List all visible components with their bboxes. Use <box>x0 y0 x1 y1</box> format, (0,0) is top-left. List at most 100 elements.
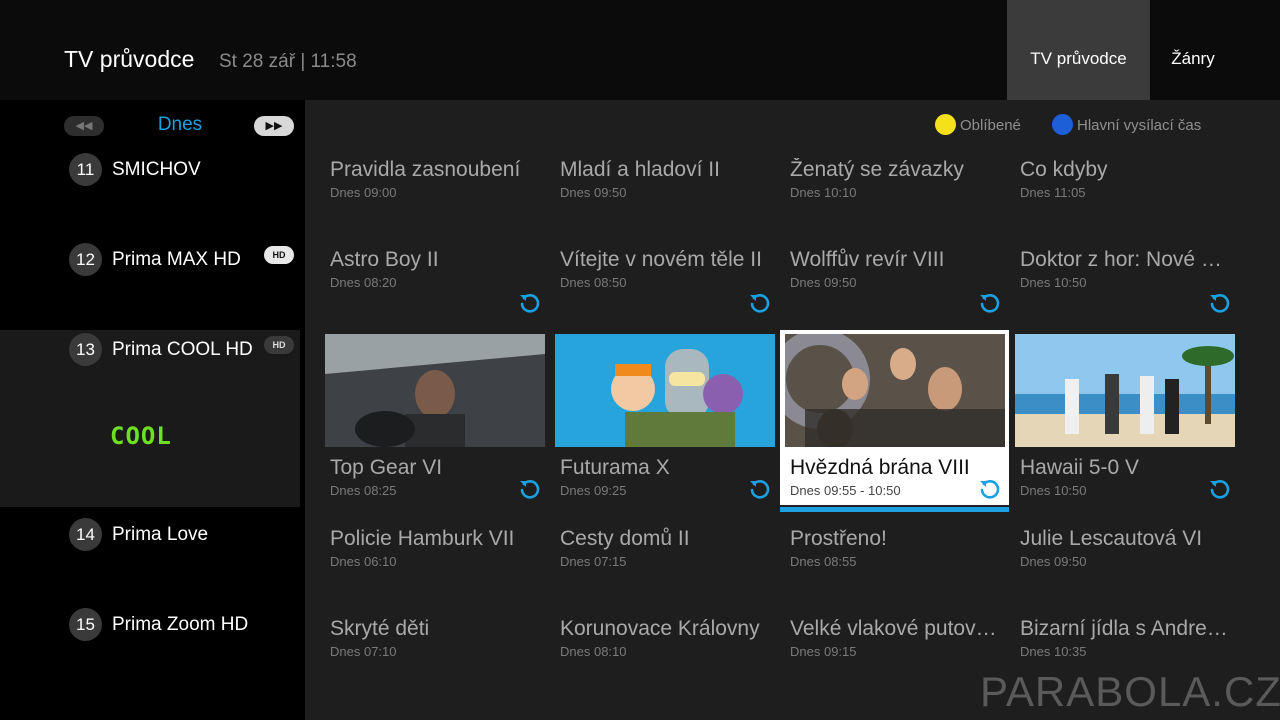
program-time: Dnes 09:15 <box>790 644 857 659</box>
legend-favorites: Oblíbené <box>935 114 1021 135</box>
replay-icon <box>1210 480 1230 499</box>
program-title: Futurama X <box>560 456 670 479</box>
program-cell[interactable]: Top Gear VI Dnes 08:25 <box>325 456 545 506</box>
replay-icon <box>1210 294 1230 313</box>
date-time: St 28 zář | 11:58 <box>219 51 357 72</box>
program-time: Dnes 09:50 <box>790 275 857 290</box>
program-cell[interactable]: Skryté děti Dnes 07:10 <box>325 617 545 677</box>
replay-icon <box>520 294 540 313</box>
program-cell[interactable]: Doktor z hor: Nové příběhy Dnes 10:50 <box>1015 248 1235 318</box>
program-cell[interactable]: Vítejte v novém těle II Dnes 08:50 <box>555 248 775 318</box>
yellow-button-icon <box>935 114 956 135</box>
program-cell-focused[interactable]: Hvězdná brána VIII Dnes 09:55 - 10:50 <box>785 456 1005 506</box>
channel-row-prima-love[interactable]: 14 Prima Love <box>0 515 300 595</box>
channel-row-smichov[interactable]: 11 SMICHOV <box>0 150 300 230</box>
program-title: Velké vlakové putování <box>790 617 1002 640</box>
program-time: Dnes 08:25 <box>330 483 397 498</box>
program-cell[interactable]: Mladí a hladoví II Dnes 09:50 <box>555 158 775 228</box>
channel-name: SMICHOV <box>112 159 201 180</box>
program-cell[interactable]: Pravidla zasnoubení Dnes 09:00 <box>325 158 545 228</box>
channel-name: Prima Zoom HD <box>112 614 249 635</box>
replay-icon <box>980 294 1000 313</box>
channel-row-prima-zoom[interactable]: 15 Prima Zoom HD <box>0 605 300 695</box>
program-cell[interactable]: Korunovace Královny Dnes 08:10 <box>555 617 775 677</box>
thumbnail-cartoon-characters[interactable] <box>555 334 775 447</box>
program-title: Ženatý se závazky <box>790 158 964 181</box>
program-cell[interactable]: Co kdyby Dnes 11:05 <box>1015 158 1235 228</box>
program-time: Dnes 07:10 <box>330 644 397 659</box>
replay-icon <box>980 480 1000 499</box>
day-navigator: ◀◀ Dnes ▶▶ <box>0 100 305 150</box>
program-title: Doktor z hor: Nové příběhy <box>1020 248 1232 271</box>
program-cell[interactable]: Velké vlakové putování Dnes 09:15 <box>785 617 1005 677</box>
thumbnail-stargate-cast[interactable] <box>785 334 1005 447</box>
program-cell[interactable]: Cesty domů II Dnes 07:15 <box>555 527 775 587</box>
tab-genres[interactable]: Žánry <box>1150 0 1236 100</box>
channel-name: Prima MAX HD <box>112 249 241 270</box>
blue-button-icon <box>1052 114 1073 135</box>
channel-number: 12 <box>69 243 102 276</box>
program-title: Vítejte v novém těle II <box>560 248 762 271</box>
legend-prime-time: Hlavní vysílací čas <box>1052 114 1201 135</box>
channel-number: 13 <box>69 333 102 366</box>
program-time: Dnes 10:50 <box>1020 483 1087 498</box>
channel-logo: COOL <box>110 422 172 450</box>
replay-icon <box>520 480 540 499</box>
program-title: Astro Boy II <box>330 248 439 271</box>
program-time: Dnes 09:50 <box>1020 554 1087 569</box>
watermark: PARABOLA.CZ <box>980 668 1280 715</box>
program-title: Korunovace Královny <box>560 617 760 640</box>
program-cell[interactable]: Astro Boy II Dnes 08:20 <box>325 248 545 318</box>
hd-badge: HD <box>264 246 294 264</box>
channel-row-prima-cool[interactable]: 13 Prima COOL HD HD COOL <box>0 330 300 507</box>
program-time: Dnes 06:10 <box>330 554 397 569</box>
program-cell[interactable]: Julie Lescautová VI Dnes 09:50 <box>1015 527 1235 587</box>
channel-name: Prima Love <box>112 524 209 545</box>
current-day-label: Dnes <box>157 114 203 135</box>
thumbnail-car-driver[interactable] <box>325 334 545 447</box>
channel-name: Prima COOL HD <box>112 339 253 360</box>
program-title: Pravidla zasnoubení <box>330 158 521 181</box>
program-time: Dnes 10:50 <box>1020 275 1087 290</box>
channel-row-prima-max[interactable]: 12 Prima MAX HD HD <box>0 240 300 330</box>
replay-icon <box>750 294 770 313</box>
program-title: Bizarní jídla s Andrewem <box>1020 617 1232 640</box>
channel-number: 11 <box>69 153 102 186</box>
channel-number: 14 <box>69 518 102 551</box>
program-title: Julie Lescautová VI <box>1020 527 1203 550</box>
program-cell[interactable]: Hawaii 5-0 V Dnes 10:50 <box>1015 456 1235 506</box>
program-time: Dnes 09:50 <box>560 185 627 200</box>
program-time: Dnes 09:55 - 10:50 <box>790 483 901 498</box>
program-time: Dnes 10:35 <box>1020 644 1087 659</box>
program-cell[interactable]: Ženatý se závazky Dnes 10:10 <box>785 158 1005 228</box>
program-time: Dnes 08:20 <box>330 275 397 290</box>
program-title: Wolffův revír VIII <box>790 248 945 271</box>
program-title: Hawaii 5-0 V <box>1020 456 1140 479</box>
program-cell[interactable]: Policie Hamburk VII Dnes 06:10 <box>325 527 545 587</box>
program-time: Dnes 10:10 <box>790 185 857 200</box>
thumbnail-beach-cast[interactable] <box>1015 334 1235 447</box>
program-title: Co kdyby <box>1020 158 1108 181</box>
focus-indicator-bar <box>780 507 1009 512</box>
replay-icon <box>750 480 770 499</box>
program-title: Policie Hamburk VII <box>330 527 515 550</box>
program-title: Skryté děti <box>330 617 430 640</box>
program-title: Cesty domů II <box>560 527 690 550</box>
page-title: TV průvodce <box>64 46 195 72</box>
program-cell[interactable]: Futurama X Dnes 09:25 <box>555 456 775 506</box>
program-title: Prostřeno! <box>790 527 887 550</box>
fast-forward-icon[interactable]: ▶▶ <box>254 116 294 136</box>
program-time: Dnes 07:15 <box>560 554 627 569</box>
program-cell[interactable]: Prostřeno! Dnes 08:55 <box>785 527 1005 587</box>
program-time: Dnes 08:10 <box>560 644 627 659</box>
tab-tv-guide[interactable]: TV průvodce <box>1007 0 1150 100</box>
program-cell[interactable]: Wolffův revír VIII Dnes 09:50 <box>785 248 1005 318</box>
program-time: Dnes 11:05 <box>1020 185 1086 200</box>
program-time: Dnes 09:25 <box>560 483 627 498</box>
program-title: Top Gear VI <box>330 456 443 479</box>
hd-badge: HD <box>264 336 294 354</box>
program-time: Dnes 08:50 <box>560 275 627 290</box>
channel-number: 15 <box>69 608 102 641</box>
program-time: Dnes 09:00 <box>330 185 397 200</box>
rewind-icon[interactable]: ◀◀ <box>64 116 104 136</box>
